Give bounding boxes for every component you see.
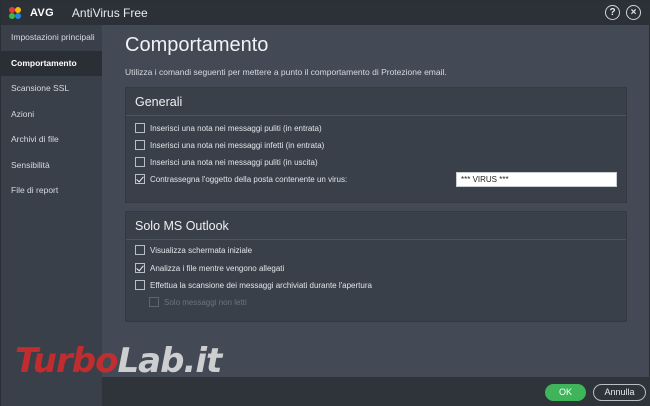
option-scan-attachments[interactable]: Analizza i file mentre vengono allegati	[135, 263, 284, 273]
checkbox[interactable]	[135, 280, 145, 290]
sidebar-item-archivi-di-file[interactable]: Archivi di file	[1, 127, 102, 153]
option-scan-archived-on-open[interactable]: Effettua la scansione dei messaggi archi…	[135, 280, 372, 290]
panel-divider	[126, 239, 626, 240]
sidebar-item-sensibilita[interactable]: Sensibilità	[1, 153, 102, 179]
option-label: Solo messaggi non letti	[164, 297, 247, 307]
option-note-clean-outgoing[interactable]: Inserisci una nota nei messaggi puliti (…	[135, 157, 318, 167]
option-mark-virus-subject[interactable]: Contrassegna l'oggetto della posta conte…	[135, 174, 347, 184]
option-show-splash[interactable]: Visualizza schermata iniziale	[135, 245, 252, 255]
ok-button[interactable]: OK	[545, 384, 586, 401]
virus-subject-tag-input[interactable]	[456, 172, 617, 187]
logo-text: AVG	[30, 7, 54, 19]
watermark-logo: TurboLab.it	[15, 341, 222, 381]
page-description: Utilizza i comandi seguenti per mettere …	[125, 67, 447, 77]
sidebar-item-scansione-ssl[interactable]: Scansione SSL	[1, 76, 102, 102]
generali-title: Generali	[135, 95, 183, 109]
option-label: Inserisci una nota nei messaggi infetti …	[150, 140, 325, 150]
option-label: Effettua la scansione dei messaggi archi…	[150, 280, 372, 290]
option-label: Contrassegna l'oggetto della posta conte…	[150, 174, 348, 184]
outlook-title: Solo MS Outlook	[135, 219, 229, 233]
checkbox[interactable]	[135, 157, 145, 167]
option-note-clean-incoming[interactable]: Inserisci una nota nei messaggi puliti (…	[135, 123, 322, 133]
watermark-part2: Lab.it	[117, 341, 222, 381]
checkbox-checked[interactable]	[135, 174, 145, 184]
panel-divider	[126, 115, 626, 116]
generali-panel: Generali Inserisci una nota nei messaggi…	[125, 87, 627, 203]
sidebar-item-file-di-report[interactable]: File di report	[1, 178, 102, 204]
help-button[interactable]: ?	[605, 5, 620, 20]
option-label: Visualizza schermata iniziale	[150, 245, 253, 255]
avg-logo: AVG	[9, 7, 54, 19]
cancel-button[interactable]: Annulla	[593, 384, 646, 401]
sidebar-item-impostazioni-principali[interactable]: Impostazioni principali	[1, 25, 102, 51]
avg-logo-icon	[9, 7, 27, 19]
option-label: Analizza i file mentre vengono allegati	[150, 263, 285, 273]
checkbox-disabled	[149, 297, 159, 307]
outlook-panel: Solo MS Outlook Visualizza schermata ini…	[125, 211, 627, 322]
title-bar: AVG AntiVirus Free ? ×	[1, 1, 650, 25]
watermark-part1: Turbo	[15, 341, 118, 381]
option-note-infected-incoming[interactable]: Inserisci una nota nei messaggi infetti …	[135, 140, 324, 150]
sidebar-item-azioni[interactable]: Azioni	[1, 102, 102, 128]
sidebar-item-comportamento[interactable]: Comportamento	[1, 50, 102, 76]
checkbox[interactable]	[135, 245, 145, 255]
main-content: Comportamento Utilizza i comandi seguent…	[102, 25, 650, 377]
footer-bar: OK Annulla	[102, 377, 650, 406]
page-title: Comportamento	[125, 34, 269, 56]
checkbox-checked[interactable]	[135, 263, 145, 273]
checkbox[interactable]	[135, 123, 145, 133]
option-label: Inserisci una nota nei messaggi puliti (…	[150, 157, 318, 167]
app-title: AntiVirus Free	[71, 6, 148, 20]
option-unread-only: Solo messaggi non letti	[149, 297, 247, 307]
close-button[interactable]: ×	[626, 5, 641, 20]
option-label: Inserisci una nota nei messaggi puliti (…	[150, 123, 322, 133]
checkbox[interactable]	[135, 140, 145, 150]
app-window: AVG AntiVirus Free ? × Impostazioni prin…	[0, 0, 650, 406]
